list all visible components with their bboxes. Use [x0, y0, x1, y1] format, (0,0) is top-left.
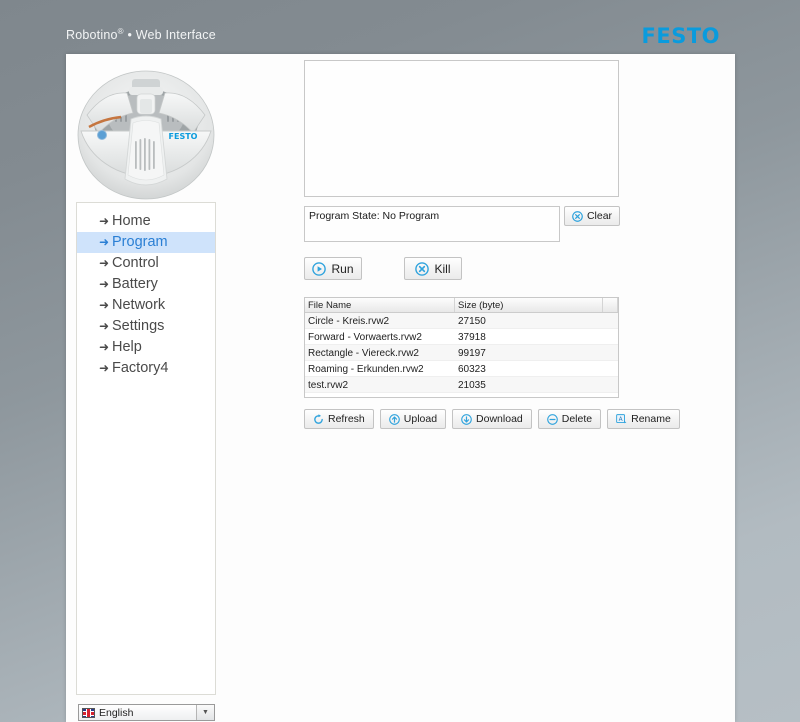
minus-circle-icon	[546, 413, 558, 425]
sidebar-nav: ➜ Home ➜ Program ➜ Control ➜ Battery ➜ N…	[76, 202, 216, 695]
play-circle-icon	[312, 261, 327, 276]
kill-button-label: Kill	[434, 261, 451, 276]
sidebar-item-label: Home	[112, 213, 151, 229]
sidebar-item-label: Battery	[112, 276, 158, 292]
x-circle-icon	[415, 261, 430, 276]
sidebar-item-label: Program	[112, 234, 168, 250]
cell-file-size: 60323	[458, 364, 486, 375]
download-circle-icon	[461, 413, 472, 425]
column-header-spacer	[603, 298, 618, 312]
column-header-size[interactable]: Size (byte)	[455, 298, 603, 312]
arrow-right-icon: ➜	[99, 277, 110, 291]
x-circle-icon	[572, 210, 583, 222]
refresh-button-label: Refresh	[328, 413, 365, 425]
run-button-label: Run	[331, 261, 354, 276]
run-kill-row: Run Kill	[304, 257, 724, 280]
robot-festo-badge: FESTO	[169, 132, 198, 141]
uk-flag-icon	[82, 707, 95, 718]
arrow-right-icon: ➜	[99, 256, 110, 270]
arrow-right-icon: ➜	[99, 319, 110, 333]
language-select[interactable]: English ▼	[78, 704, 215, 721]
delete-button[interactable]: Delete	[537, 409, 602, 429]
cell-file-size: 27150	[458, 316, 486, 327]
content-column: Program State: No Program Clear Run Kill…	[304, 60, 724, 429]
top-header-bar: Robotino® • Web Interface FESTO	[0, 0, 800, 54]
sidebar-item-factory4[interactable]: ➜ Factory4	[77, 358, 215, 379]
clear-button[interactable]: Clear	[564, 206, 620, 226]
arrow-right-icon: ➜	[99, 340, 110, 354]
sidebar-item-home[interactable]: ➜ Home	[77, 211, 215, 232]
upload-circle-icon	[388, 413, 400, 425]
sidebar-item-help[interactable]: ➜ Help	[77, 337, 215, 358]
cell-file-name: Circle - Kreis.rvw2	[308, 316, 390, 327]
chevron-down-icon[interactable]: ▼	[196, 705, 214, 720]
download-button-label: Download	[476, 413, 523, 425]
arrow-right-icon: ➜	[99, 214, 110, 228]
sidebar-item-program[interactable]: ➜ Program	[77, 232, 215, 253]
console-output[interactable]	[304, 60, 619, 197]
rename-button-label: Rename	[631, 413, 671, 425]
sidebar-item-settings[interactable]: ➜ Settings	[77, 316, 215, 337]
main-panel: FESTO ➜ Home ➜ Program ➜ Control ➜ Batte…	[66, 54, 735, 722]
registered-mark: ®	[117, 27, 124, 36]
table-row[interactable]: Rectangle - Viereck.rvw2 99197	[305, 345, 618, 361]
table-row[interactable]: Circle - Kreis.rvw2 27150	[305, 313, 618, 329]
sidebar-item-label: Factory4	[112, 360, 169, 376]
brand-name: Robotino	[66, 28, 118, 43]
brand-separator: •	[127, 28, 133, 43]
language-selected-value: English	[99, 706, 134, 719]
sidebar-item-label: Settings	[112, 318, 165, 334]
rename-button[interactable]: A Rename	[607, 409, 680, 429]
svg-text:A: A	[619, 416, 623, 422]
sidebar-item-control[interactable]: ➜ Control	[77, 253, 215, 274]
festo-logo: FESTO	[641, 24, 720, 48]
rename-icon: A	[616, 413, 627, 425]
program-state-box: Program State: No Program	[304, 206, 560, 242]
arrow-right-icon: ➜	[99, 361, 110, 375]
download-button[interactable]: Download	[452, 409, 532, 429]
table-row[interactable]: Roaming - Erkunden.rvw2 60323	[305, 361, 618, 377]
program-state-row: Program State: No Program Clear	[304, 206, 724, 242]
file-table[interactable]: File Name Size (byte) Circle - Kreis.rvw…	[304, 297, 619, 398]
file-action-buttons: Refresh Upload Download Delete A Rename	[304, 409, 724, 429]
cell-file-name: test.rvw2	[308, 380, 349, 391]
cell-file-name: Roaming - Erkunden.rvw2	[308, 364, 424, 375]
cell-file-size: 99197	[458, 348, 486, 359]
sidebar-item-battery[interactable]: ➜ Battery	[77, 274, 215, 295]
table-row[interactable]: Forward - Vorwaerts.rvw2 37918	[305, 329, 618, 345]
table-row[interactable]: test.rvw2 21035	[305, 377, 618, 393]
brand-title: Robotino® • Web Interface	[66, 27, 216, 42]
column-header-file-name[interactable]: File Name	[305, 298, 455, 312]
arrow-right-icon: ➜	[99, 235, 110, 249]
cell-file-size: 37918	[458, 332, 486, 343]
table-header-row: File Name Size (byte)	[305, 298, 618, 313]
brand-subtitle: Web Interface	[135, 28, 216, 43]
sidebar-item-network[interactable]: ➜ Network	[77, 295, 215, 316]
sidebar-item-label: Help	[112, 339, 142, 355]
kill-button[interactable]: Kill	[404, 257, 462, 280]
refresh-icon	[313, 413, 324, 425]
cell-file-name: Rectangle - Viereck.rvw2	[308, 348, 419, 359]
delete-button-label: Delete	[561, 413, 593, 425]
upload-button[interactable]: Upload	[379, 409, 447, 429]
robotino-image: FESTO	[75, 61, 217, 203]
clear-button-label: Clear	[586, 210, 613, 222]
cell-file-name: Forward - Vorwaerts.rvw2	[308, 332, 422, 343]
sidebar-item-label: Network	[112, 297, 166, 313]
arrow-right-icon: ➜	[99, 298, 110, 312]
upload-button-label: Upload	[403, 413, 438, 425]
sidebar-item-label: Control	[112, 255, 159, 271]
cell-file-size: 21035	[458, 380, 486, 391]
refresh-button[interactable]: Refresh	[304, 409, 374, 429]
run-button[interactable]: Run	[304, 257, 362, 280]
